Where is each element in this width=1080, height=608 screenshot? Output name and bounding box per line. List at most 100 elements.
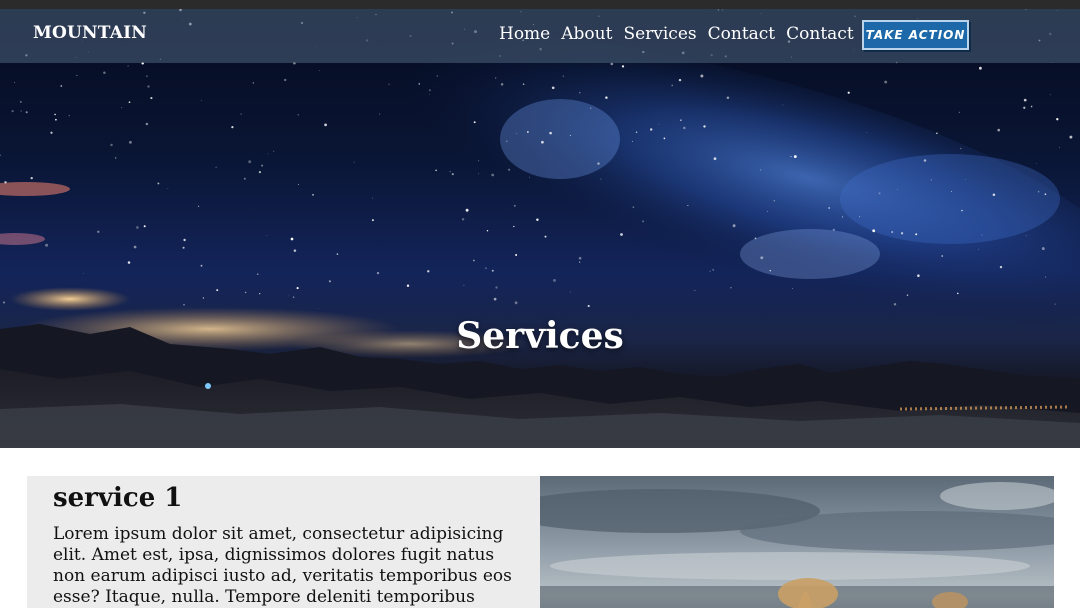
- star: [663, 137, 666, 140]
- star: [449, 170, 451, 173]
- star: [514, 301, 518, 305]
- star: [893, 303, 897, 306]
- star: [1025, 235, 1027, 237]
- nav-link-contact-2[interactable]: Contact: [786, 22, 854, 46]
- star: [687, 204, 689, 207]
- star: [960, 147, 962, 150]
- star: [1049, 94, 1051, 96]
- star: [642, 220, 645, 223]
- star: [682, 126, 686, 130]
- star: [1054, 303, 1056, 305]
- service-text: service 1 Lorem ipsum dolor sit amet, co…: [53, 480, 523, 608]
- star: [128, 140, 132, 144]
- star: [451, 172, 454, 176]
- star: [635, 131, 638, 133]
- star: [792, 288, 793, 289]
- star: [513, 204, 516, 207]
- star: [529, 176, 531, 178]
- star: [485, 267, 487, 270]
- star: [847, 91, 850, 94]
- star: [97, 230, 100, 233]
- star: [1069, 135, 1073, 139]
- star: [2, 301, 6, 304]
- star: [590, 107, 592, 109]
- star: [429, 93, 430, 95]
- star: [127, 261, 131, 264]
- star: [216, 289, 219, 292]
- star: [183, 303, 185, 306]
- star: [336, 253, 339, 255]
- star: [915, 233, 918, 236]
- star: [884, 80, 888, 84]
- nav-link-about[interactable]: About: [561, 22, 612, 46]
- star: [1035, 162, 1037, 164]
- star: [981, 234, 983, 236]
- take-action-button[interactable]: TAKE ACTION: [862, 20, 969, 50]
- star: [256, 273, 259, 276]
- star: [978, 248, 980, 250]
- star: [878, 192, 881, 195]
- star: [832, 228, 835, 232]
- star: [183, 238, 186, 242]
- star: [379, 113, 381, 115]
- star: [136, 226, 139, 229]
- nav-link-home[interactable]: Home: [499, 22, 550, 46]
- star: [45, 243, 49, 247]
- star: [891, 231, 894, 233]
- star: [157, 182, 160, 185]
- star: [859, 216, 861, 218]
- nav-link-services[interactable]: Services: [623, 22, 696, 46]
- star: [215, 166, 217, 168]
- star: [1037, 191, 1040, 193]
- star: [961, 209, 963, 212]
- star: [486, 229, 489, 232]
- star: [587, 304, 590, 308]
- star: [495, 286, 498, 289]
- star: [536, 218, 539, 222]
- star: [50, 131, 53, 134]
- brand-logo[interactable]: MOUNTAIN: [33, 23, 147, 43]
- star: [551, 86, 555, 90]
- star: [150, 97, 153, 100]
- service-heading: service 1: [53, 483, 183, 513]
- star: [491, 173, 495, 177]
- star: [290, 237, 294, 241]
- star: [261, 164, 264, 167]
- star: [1059, 147, 1060, 148]
- service-image: [540, 476, 1054, 608]
- star: [267, 153, 269, 155]
- star: [562, 75, 564, 77]
- star: [700, 74, 704, 78]
- star: [292, 296, 295, 299]
- star: [182, 246, 185, 249]
- star: [773, 200, 775, 202]
- star: [709, 270, 711, 272]
- star: [579, 261, 581, 263]
- star: [231, 125, 234, 129]
- star: [936, 132, 938, 135]
- star: [0, 154, 1, 157]
- star: [296, 287, 299, 290]
- star: [248, 160, 252, 164]
- star: [997, 128, 1000, 132]
- star: [147, 85, 150, 88]
- star: [273, 150, 275, 152]
- star: [658, 123, 660, 125]
- star: [522, 83, 525, 85]
- star: [680, 119, 682, 121]
- star: [620, 233, 623, 236]
- star: [252, 82, 255, 84]
- star: [244, 291, 247, 294]
- star: [923, 159, 927, 162]
- star: [579, 91, 581, 94]
- star: [376, 271, 380, 275]
- star: [133, 245, 137, 249]
- star: [957, 292, 959, 295]
- star: [930, 179, 932, 181]
- star: [491, 269, 494, 272]
- star: [872, 229, 876, 233]
- nav-link-contact[interactable]: Contact: [708, 22, 776, 46]
- star: [978, 66, 982, 70]
- star: [371, 219, 374, 222]
- star: [703, 125, 706, 128]
